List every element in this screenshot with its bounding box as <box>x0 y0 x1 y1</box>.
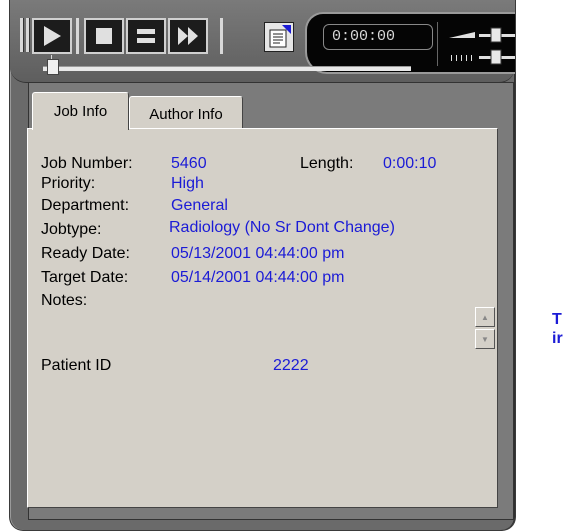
job-number-label: Job Number: <box>41 155 133 172</box>
position-slider-track[interactable] <box>43 66 411 71</box>
ready-date-value: 05/13/2001 04:44:00 pm <box>171 245 345 262</box>
tab-label: Job Info <box>53 103 108 120</box>
level-controls <box>449 27 515 65</box>
toolbar-grip[interactable] <box>26 18 30 52</box>
toolbar-separator <box>76 18 79 54</box>
job-info-panel: Job Number: 5460 Length: 0:00:10 Priorit… <box>27 128 498 508</box>
tab-job-info[interactable]: Job Info <box>32 92 129 130</box>
job-number-value: 5460 <box>171 155 207 172</box>
department-label: Department: <box>41 197 130 214</box>
speed-icon[interactable] <box>451 55 472 61</box>
fast-forward-icon <box>178 27 198 45</box>
properties-icon <box>269 25 291 48</box>
priority-label: Priority: <box>41 175 96 192</box>
jobtype-value: Radiology (No Sr Dont Change) <box>169 219 395 236</box>
pause-icon <box>137 29 155 43</box>
volume-slider[interactable] <box>479 27 515 43</box>
arrow-up-icon: ▲ <box>481 312 489 322</box>
patient-id-value: 2222 <box>273 357 309 374</box>
fast-forward-button[interactable] <box>168 18 208 54</box>
display-divider <box>437 22 438 66</box>
pause-button[interactable] <box>126 18 166 54</box>
stop-button[interactable] <box>84 18 124 54</box>
background-text: ir <box>552 330 563 347</box>
target-date-value: 05/14/2001 04:44:00 pm <box>171 269 345 286</box>
length-value: 0:00:10 <box>383 155 437 172</box>
notes-scroll-down-button[interactable]: ▼ <box>475 329 495 349</box>
volume-icon[interactable] <box>449 32 475 38</box>
toolbar-grip[interactable] <box>20 18 24 52</box>
arrow-down-icon: ▼ <box>481 334 489 344</box>
speed-slider[interactable] <box>479 49 515 65</box>
properties-button[interactable] <box>264 22 294 52</box>
target-date-label: Target Date: <box>41 269 129 286</box>
time-readout: 0:00:00 <box>323 24 433 50</box>
toolbar-separator <box>220 18 223 54</box>
stop-icon <box>96 28 112 44</box>
transport-toolbar: 0:00:00 <box>10 0 515 83</box>
tab-author-info[interactable]: Author Info <box>129 96 243 131</box>
tab-label: Author Info <box>149 105 223 123</box>
play-button[interactable] <box>32 18 72 54</box>
length-label: Length: <box>300 155 354 172</box>
patient-id-label: Patient ID <box>41 357 112 374</box>
lcd-display: 0:00:00 <box>305 12 515 74</box>
notes-label: Notes: <box>41 292 88 309</box>
priority-value: High <box>171 175 204 192</box>
ready-date-label: Ready Date: <box>41 245 130 262</box>
position-slider-thumb[interactable] <box>46 59 59 75</box>
jobtype-label: Jobtype: <box>41 221 102 238</box>
department-value: General <box>171 197 228 214</box>
player-window: 0:00:00 Job Info Author Info Job Number:… <box>9 0 516 531</box>
background-text: T <box>552 311 562 328</box>
play-icon <box>44 26 61 46</box>
notes-scroll-up-button[interactable]: ▲ <box>475 307 495 327</box>
